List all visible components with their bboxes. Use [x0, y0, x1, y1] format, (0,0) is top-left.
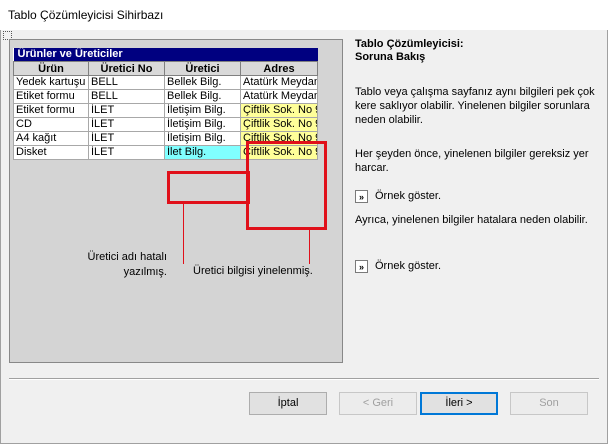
- title-bar: Tablo Çözümleyicisi Sihirbazı: [0, 0, 608, 31]
- table-row: Etiket formu BELL Bellek Bilg. Atatürk M…: [13, 89, 319, 104]
- cell-maker-no: İLET: [88, 131, 165, 146]
- cell-product: Yedek kartuşu: [13, 75, 89, 90]
- back-button[interactable]: < Geri: [339, 392, 417, 415]
- window-title: Tablo Çözümleyicisi Sihirbazı: [8, 8, 164, 22]
- cell-maker-no: BELL: [88, 75, 165, 90]
- explanation-panel: Tablo Çözümleyicisi: Soruna Bakış Tablo …: [355, 38, 600, 273]
- cell-maker-misspelled: İlet Bilg.: [164, 145, 241, 160]
- table-caption: Ürünler ve Üreticiler: [13, 48, 318, 62]
- show-example-button-1[interactable]: »: [355, 190, 368, 203]
- duplicate-pointer-line: [309, 230, 310, 264]
- cell-maker-no: İLET: [88, 117, 165, 132]
- duplicate-highlight-box: [246, 141, 327, 230]
- next-button[interactable]: İleri >: [420, 392, 498, 415]
- waste-paragraph: Her şeyden önce, yinelenen bilgiler gere…: [355, 148, 589, 174]
- cell-product: Etiket formu: [13, 89, 89, 104]
- header-uretici-no: Üretici No: [88, 61, 165, 76]
- header-uretici: Üretici: [164, 61, 241, 76]
- cell-maker-no: İLET: [88, 145, 165, 160]
- cell-maker-no: BELL: [88, 89, 165, 104]
- header-adres: Adres: [239, 61, 319, 76]
- table-header-row: Ürün Üretici No Üretici Adres: [13, 61, 319, 76]
- cancel-button[interactable]: İptal: [249, 392, 327, 415]
- header-urun: Ürün: [13, 61, 89, 76]
- panel-heading-line1: Tablo Çözümleyicisi:: [355, 38, 464, 50]
- table-row: Etiket formu İLET İletişim Bilg. Çiftlik…: [13, 103, 319, 118]
- intro-paragraph: Tablo veya çalışma sayfanız aynı bilgile…: [355, 86, 595, 126]
- duplicate-annotation: Üretici bilgisi yinelenmiş.: [193, 265, 313, 277]
- cell-product: A4 kağıt: [13, 131, 89, 146]
- cell-maker: Bellek Bilg.: [164, 75, 241, 90]
- show-example-button-2[interactable]: »: [355, 260, 368, 273]
- show-example-label-1: Örnek göster.: [375, 190, 442, 202]
- cell-address: Atatürk Meydanı: [239, 89, 319, 104]
- cell-maker: Bellek Bilg.: [164, 89, 241, 104]
- cell-maker: İletişim Bilg.: [164, 103, 241, 118]
- cell-address-duplicate: Çiftlik Sok. No 9: [239, 103, 319, 118]
- errors-paragraph: Ayrıca, yinelenen bilgiler hatalara nede…: [355, 214, 588, 226]
- misspelled-annotation-line1: Üretici adı hatalı: [87, 251, 167, 263]
- button-separator: [9, 378, 599, 380]
- table-row: CD İLET İletişim Bilg. Çiftlik Sok. No 9: [13, 117, 319, 132]
- cell-address: Atatürk Meydanı: [239, 75, 319, 90]
- cell-maker: İletişim Bilg.: [164, 131, 241, 146]
- cell-product: CD: [13, 117, 89, 132]
- table-row: Yedek kartuşu BELL Bellek Bilg. Atatürk …: [13, 75, 319, 90]
- misspelled-annotation: Üretici adı hatalı yazılmış.: [64, 250, 167, 280]
- cell-address-duplicate: Çiftlik Sok. No 9: [239, 117, 319, 132]
- panel-heading-line2: Soruna Bakış: [355, 51, 426, 63]
- show-example-label-2: Örnek göster.: [375, 260, 442, 272]
- cell-maker-no: İLET: [88, 103, 165, 118]
- finish-button[interactable]: Son: [510, 392, 588, 415]
- misspelled-highlight-box: [167, 171, 250, 204]
- cell-maker: İletişim Bilg.: [164, 117, 241, 132]
- misspelled-pointer-line: [183, 204, 184, 264]
- misspelled-annotation-line2: yazılmış.: [123, 266, 167, 278]
- cell-product: Etiket formu: [13, 103, 89, 118]
- cell-product: Disket: [13, 145, 89, 160]
